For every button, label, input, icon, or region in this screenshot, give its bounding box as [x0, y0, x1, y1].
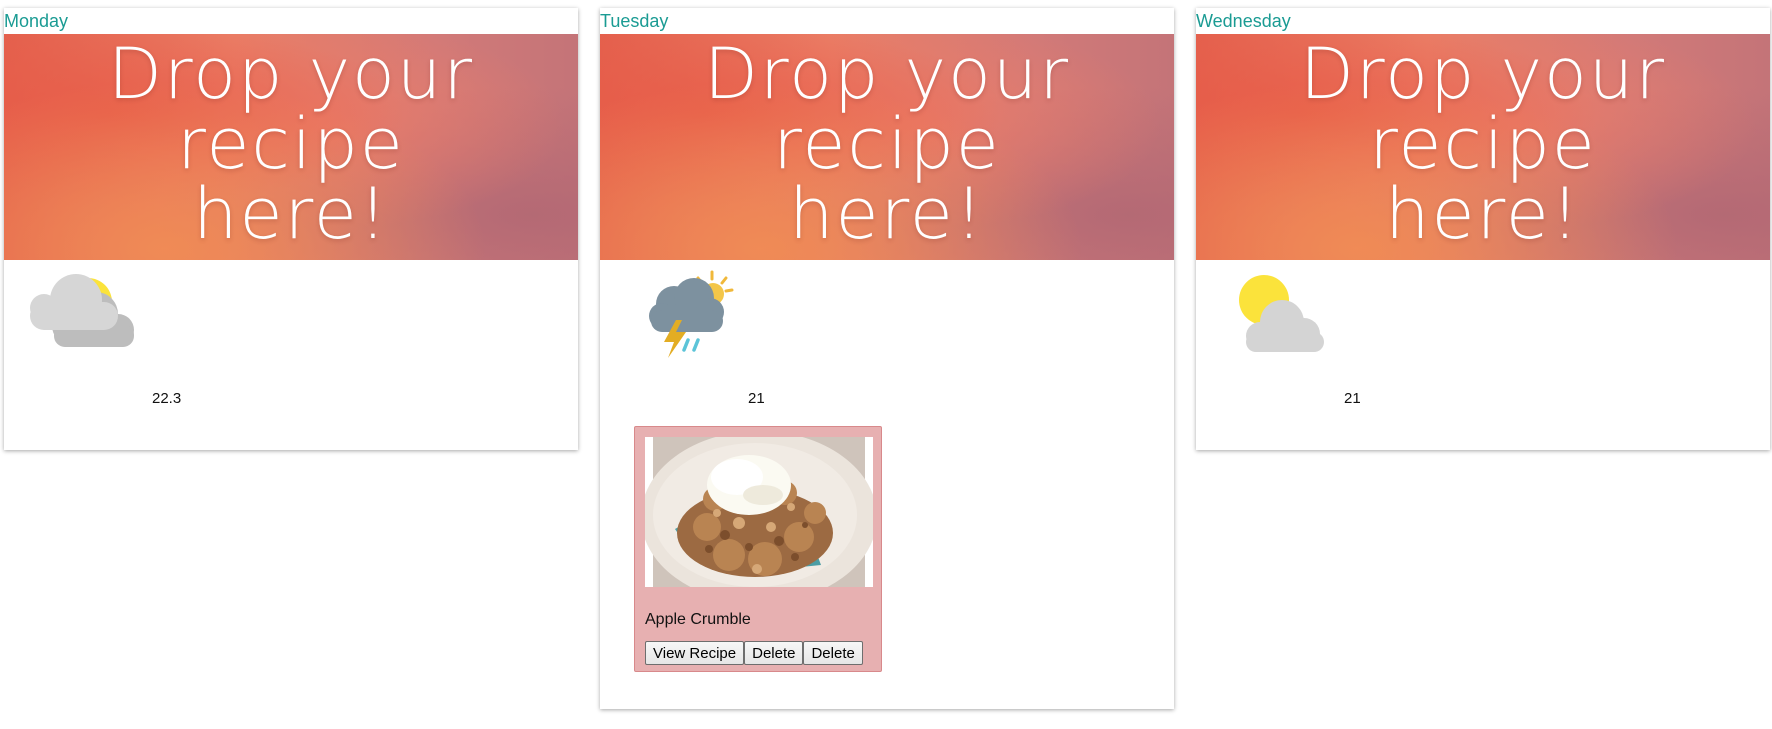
drop-zone-label: Drop your recipe here! [703, 33, 1071, 255]
recipe-drop-zone[interactable]: Drop your recipe here! [600, 34, 1174, 260]
temperature-value: 21 [748, 390, 765, 407]
day-title: Wednesday [1196, 11, 1291, 31]
recipe-actions: View Recipe Delete Delete [645, 641, 863, 665]
day-title: Monday [4, 11, 69, 31]
day-column-wednesday: Wednesday Drop your recipe here! 21 [1196, 8, 1770, 450]
drop-zone-label: Drop your recipe here! [107, 33, 475, 255]
view-recipe-button[interactable]: View Recipe [645, 641, 745, 665]
temperature-value: 22.3 [152, 390, 182, 407]
day-column-monday: Monday Drop your recipe here! 22.3 [4, 8, 578, 450]
day-column-tuesday: Tuesday Drop your recipe here! 21 Apple … [600, 8, 1174, 709]
recipe-name: Apple Crumble [645, 611, 751, 628]
delete-button[interactable]: Delete [744, 641, 804, 665]
partly-cloudy-icon [24, 270, 144, 355]
delete-button[interactable]: Delete [803, 641, 863, 665]
recipe-card[interactable]: Apple Crumble View Recipe Delete Delete [634, 426, 882, 672]
drop-zone-label: Drop your recipe here! [1299, 33, 1667, 255]
recipe-drop-zone[interactable]: Drop your recipe here! [4, 34, 578, 260]
thunderstorm-sun-icon [648, 270, 738, 365]
recipe-photo [645, 437, 873, 587]
temperature-value: 21 [1344, 390, 1361, 407]
day-title: Tuesday [600, 11, 669, 31]
sun-behind-cloud-icon [1232, 270, 1332, 359]
recipe-drop-zone[interactable]: Drop your recipe here! [1196, 34, 1770, 260]
